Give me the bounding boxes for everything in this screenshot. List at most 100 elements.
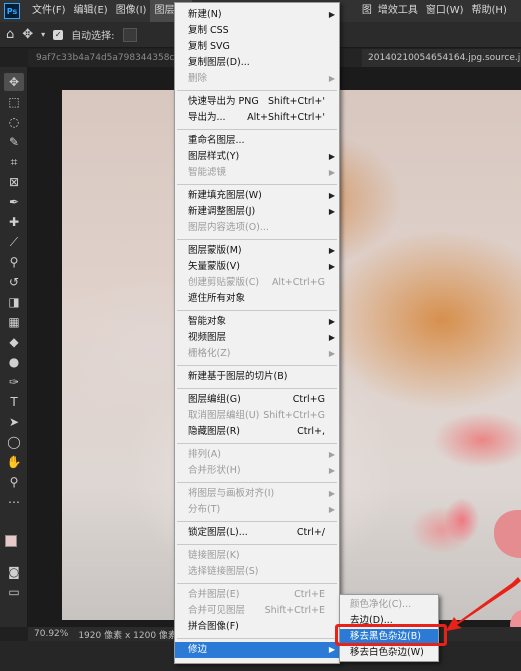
eyedropper-tool-icon[interactable]: ✒ — [4, 193, 24, 211]
blur-tool-icon[interactable]: ◆ — [4, 333, 24, 351]
menu-separator — [177, 482, 337, 483]
zoom-tool-icon[interactable]: ⚲ — [4, 473, 24, 491]
layer-menu-item: 排列(A) ▶ — [175, 447, 339, 463]
submenu-arrow-icon: ▶ — [328, 74, 335, 83]
layer-menu-item[interactable]: 图层编组(G) Ctrl+G — [175, 392, 339, 408]
quick-mask-icon[interactable]: ◙ — [4, 563, 24, 581]
menu-item-label: 分布(T) — [188, 504, 221, 515]
pen-tool-icon[interactable]: ✑ — [4, 373, 24, 391]
submenu-arrow-icon: ▶ — [328, 168, 335, 177]
gradient-tool-icon[interactable]: ▦ — [4, 313, 24, 331]
submenu-arrow-icon: ▶ — [328, 333, 335, 342]
healing-brush-tool-icon[interactable]: ✚ — [4, 213, 24, 231]
history-brush-tool-icon[interactable]: ↺ — [4, 273, 24, 291]
hand-tool-icon[interactable]: ✋ — [4, 453, 24, 471]
menu-item-label: 复制 SVG — [188, 41, 230, 52]
layer-menu-item[interactable]: 隐藏图层(R) Ctrl+, — [175, 424, 339, 440]
layer-menu-item[interactable]: 复制图层(D)... — [175, 55, 339, 71]
layer-menu-item: 分布(T) ▶ — [175, 502, 339, 518]
frame-tool-icon[interactable]: ⊠ — [4, 173, 24, 191]
dodge-tool-icon[interactable]: ● — [4, 353, 24, 371]
shape-tool-icon[interactable]: ◯ — [4, 433, 24, 451]
layer-menu-item[interactable]: 智能对象 ▶ — [175, 314, 339, 330]
layer-menu-item[interactable]: 锁定图层(L)... Ctrl+/ — [175, 525, 339, 541]
menu-separator — [177, 129, 337, 130]
layer-menu-item[interactable]: 快速导出为 PNG Shift+Ctrl+' — [175, 94, 339, 110]
auto-select-label: 自动选择: — [71, 31, 115, 42]
clone-stamp-tool-icon[interactable]: ⚲ — [4, 253, 24, 271]
menu-item-label: 创建剪贴蒙版(C) — [188, 277, 260, 288]
more-tools-icon[interactable]: ⋯ — [4, 493, 24, 511]
screen-mode-icon[interactable]: ▭ — [4, 583, 24, 601]
menu-partial[interactable]: 图 — [360, 0, 374, 22]
menu-item-label: 图层蒙版(M) — [188, 245, 242, 256]
menu-item-label: 新建(N) — [188, 9, 222, 20]
layer-menu-item[interactable]: 复制 CSS — [175, 23, 339, 39]
submenu-arrow-icon: ▶ — [328, 489, 335, 498]
path-selection-tool-icon[interactable]: ➤ — [4, 413, 24, 431]
menu-item-shortcut: Alt+Shift+Ctrl+' — [247, 112, 325, 123]
auto-select-checkbox[interactable]: ✓ — [53, 29, 64, 40]
zoom-level[interactable]: 70.92% — [34, 629, 68, 639]
quick-select-tool-icon[interactable]: ✎ — [4, 133, 24, 151]
menu-item-shortcut: Ctrl+G — [292, 394, 325, 405]
tab-document-2[interactable]: 20140210054654164.jpg.source.jpg @ — [362, 49, 521, 67]
layer-menu-item[interactable]: 新建基于图层的切片(B) — [175, 369, 339, 385]
submenu-arrow-icon: ▶ — [328, 317, 335, 326]
tab-document-1[interactable]: 9af7c33b4a74d5a798344358c72 — [36, 49, 176, 67]
layer-menu-item: 选择链接图层(S) — [175, 564, 339, 580]
menu-file[interactable]: 文件(F) — [28, 0, 70, 22]
layer-menu-item[interactable]: 导出为... Alt+Shift+Ctrl+' — [175, 110, 339, 126]
menu-separator — [177, 184, 337, 185]
cat-nose — [494, 510, 521, 558]
brush-tool-icon[interactable]: ⟋ — [4, 233, 24, 251]
submenu-arrow-icon: ▶ — [328, 152, 335, 161]
annotation-highlight-box — [335, 624, 447, 646]
matting-submenu-item: 颜色净化(C)... — [340, 597, 438, 613]
menu-item-shortcut: Shift+Ctrl+G — [263, 410, 325, 421]
submenu-arrow-icon: ▶ — [328, 349, 335, 358]
home-icon[interactable]: ⌂ — [6, 27, 14, 42]
menu-item-label: 合并可见图层 — [188, 605, 246, 616]
menu-image[interactable]: 图像(I) — [112, 0, 151, 22]
move-tool-icon[interactable]: ✥ — [4, 73, 24, 91]
layer-menu-item: 删除 ▶ — [175, 71, 339, 87]
menu-item-label: 导出为... — [188, 112, 226, 123]
layer-menu-item: 链接图层(K) — [175, 548, 339, 564]
layer-menu-item[interactable]: 修边 ▶ — [175, 642, 339, 658]
submenu-arrow-icon: ▶ — [328, 207, 335, 216]
menu-window[interactable]: 窗口(W) — [422, 0, 468, 22]
move-icon[interactable]: ✥ — [22, 27, 33, 42]
layer-menu-item[interactable]: 图层蒙版(M) ▶ — [175, 243, 339, 259]
crop-tool-icon[interactable]: ⌗ — [4, 153, 24, 171]
menu-item-label: 快速导出为 PNG — [188, 96, 259, 107]
layer-menu-item[interactable]: 新建调整图层(J) ▶ — [175, 204, 339, 220]
matting-submenu-item[interactable]: 移去白色杂边(W) — [340, 645, 438, 661]
auto-select-dropdown[interactable] — [122, 27, 137, 42]
menu-item-label: 复制图层(D)... — [188, 57, 250, 68]
type-tool-icon[interactable]: T — [4, 393, 24, 411]
layer-menu-item[interactable]: 新建(N) ▶ — [175, 7, 339, 23]
eraser-tool-icon[interactable]: ◨ — [4, 293, 24, 311]
layer-menu-item[interactable]: 矢量蒙版(V) ▶ — [175, 259, 339, 275]
menu-edit[interactable]: 编辑(E) — [70, 0, 112, 22]
submenu-item-label: 颜色净化(C)... — [350, 599, 412, 610]
menu-item-label: 修边 — [188, 644, 208, 655]
layer-menu-item[interactable]: 拼合图像(F) — [175, 619, 339, 635]
menu-item-label: 智能滤镜 — [188, 167, 227, 178]
menu-item-label: 智能对象 — [188, 316, 227, 327]
menu-plugins[interactable]: 增效工具 — [374, 0, 422, 22]
layer-menu-item[interactable]: 遮住所有对象 — [175, 291, 339, 307]
layer-menu-item[interactable]: 图层样式(Y) ▶ — [175, 149, 339, 165]
layer-menu-item[interactable]: 视频图层 ▶ — [175, 330, 339, 346]
marquee-tool-icon[interactable]: ⬚ — [4, 93, 24, 111]
layer-menu-item[interactable]: 复制 SVG — [175, 39, 339, 55]
menu-item-label: 合并形状(H) — [188, 465, 241, 476]
menu-item-shortcut: Ctrl+E — [294, 589, 325, 600]
foreground-color-swatch[interactable] — [5, 535, 17, 547]
lasso-tool-icon[interactable]: ◌ — [4, 113, 24, 131]
layer-menu-item[interactable]: 新建填充图层(W) ▶ — [175, 188, 339, 204]
layer-menu-item[interactable]: 重命名图层... — [175, 133, 339, 149]
chevron-down-icon[interactable]: ▾ — [41, 30, 45, 39]
menu-help[interactable]: 帮助(H) — [468, 0, 511, 22]
